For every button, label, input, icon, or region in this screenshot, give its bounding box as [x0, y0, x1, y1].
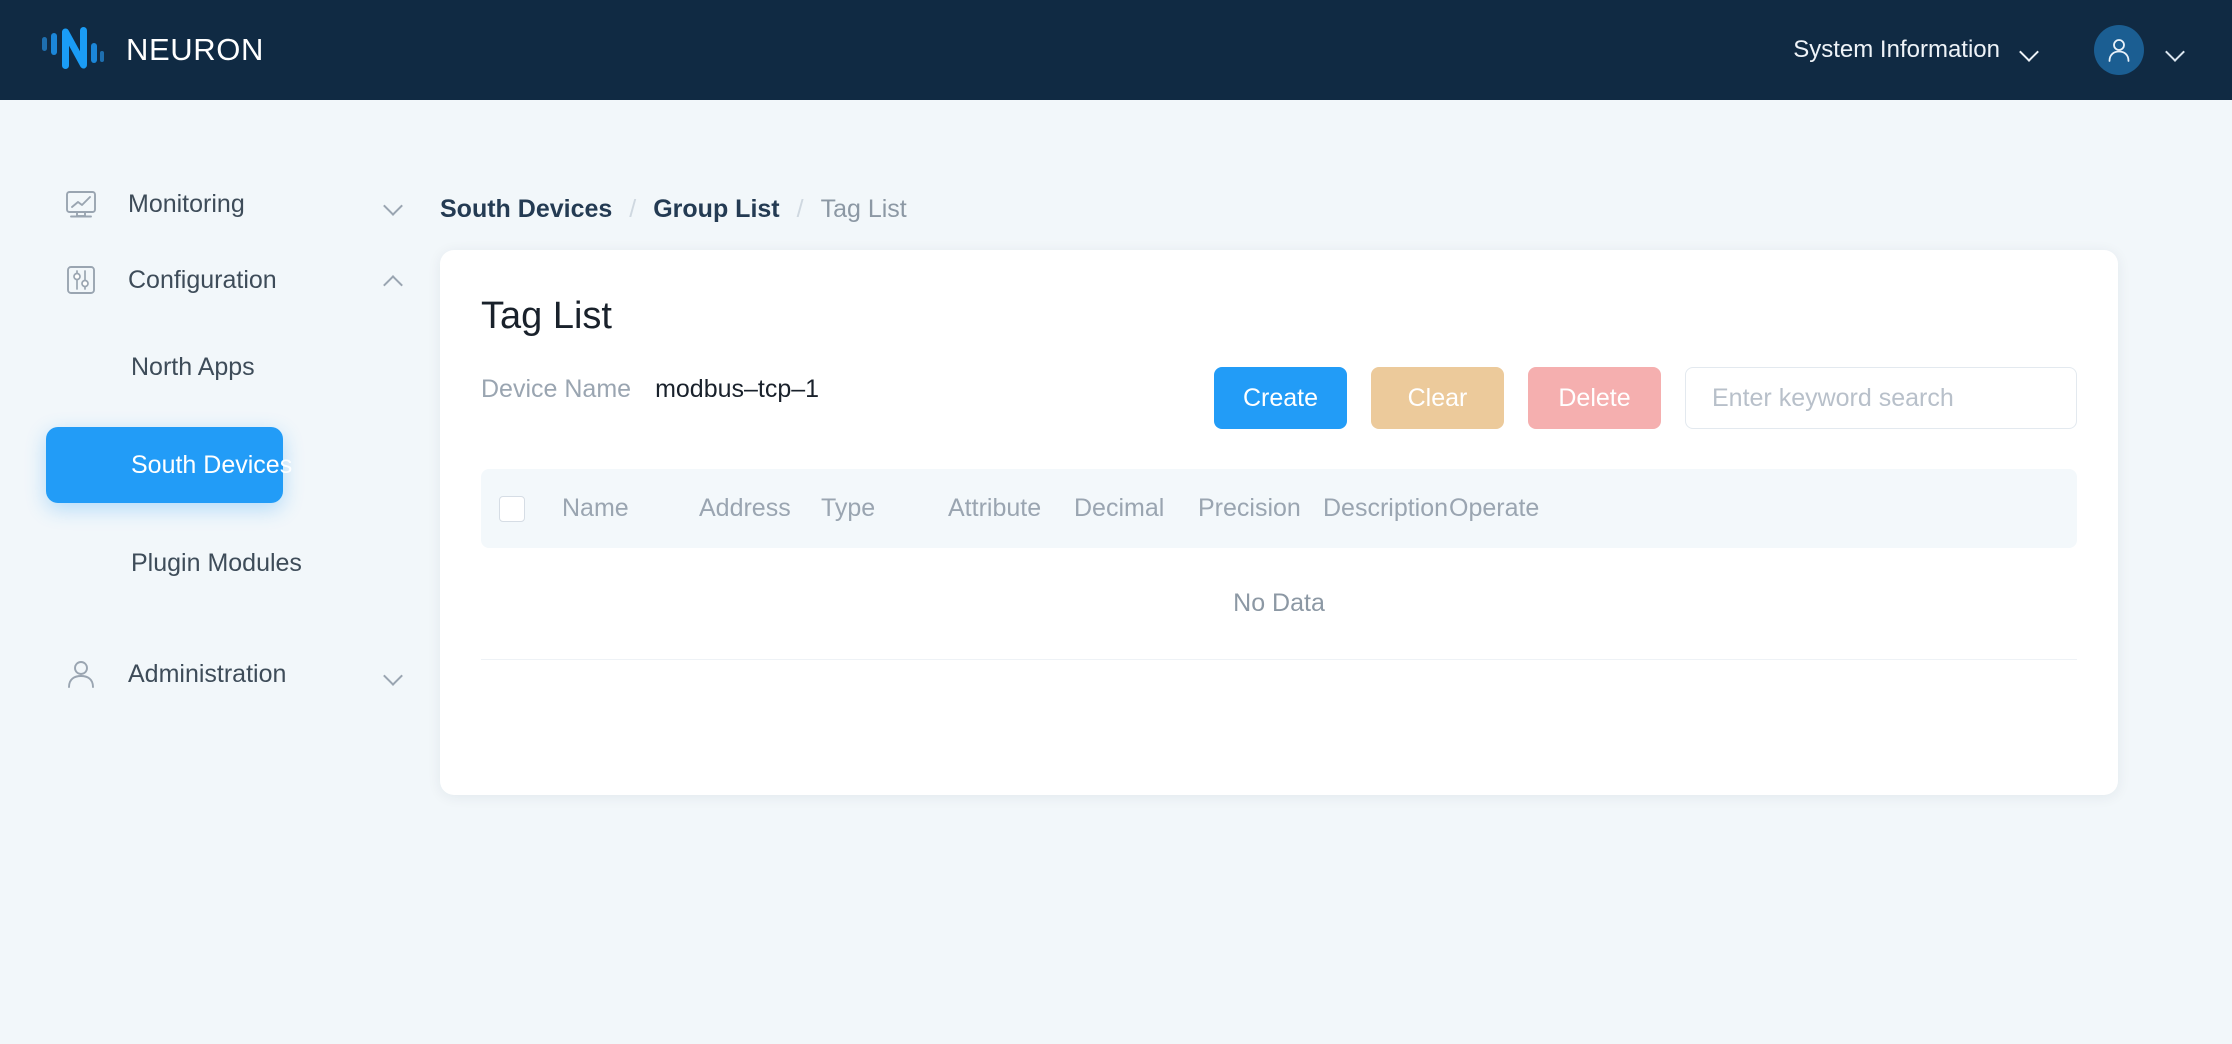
breadcrumb-separator: /	[629, 195, 636, 224]
sidebar-subnav-configuration: North Apps South Devices Plugin Modules	[0, 318, 440, 612]
chevron-down-icon	[2166, 45, 2186, 56]
clear-button[interactable]: Clear	[1371, 367, 1504, 429]
sidebar-item-label: Administration	[128, 660, 286, 689]
select-all-checkbox[interactable]	[499, 496, 525, 522]
create-button[interactable]: Create	[1214, 367, 1347, 429]
avatar[interactable]	[2094, 25, 2144, 75]
sidebar-group-administration: Administration	[0, 636, 440, 712]
sidebar-item-label: South Devices	[131, 451, 292, 480]
sidebar-item-label: Configuration	[128, 266, 277, 295]
user-menu[interactable]	[2094, 25, 2186, 75]
sidebar: Monitoring Configuration North Apps	[0, 100, 440, 1044]
breadcrumb-item-tag-list: Tag List	[821, 195, 907, 224]
brand: NEURON	[0, 27, 264, 73]
sidebar-item-plugin-modules[interactable]: Plugin Modules	[0, 525, 440, 601]
header-right: System Information	[1793, 25, 2232, 75]
column-header-address: Address	[699, 494, 821, 523]
sliders-icon	[62, 261, 100, 299]
sidebar-group-configuration: Configuration North Apps South Devices P…	[0, 242, 440, 612]
breadcrumb-separator: /	[797, 195, 804, 224]
column-header-attribute: Attribute	[948, 494, 1074, 523]
toolbar-actions: Create Clear Delete	[1214, 367, 2077, 429]
table-header-row: Name Address Type Attribute Decimal Prec…	[481, 469, 2077, 548]
page-title: Tag List	[481, 295, 612, 338]
table-empty-state: No Data	[481, 548, 2077, 660]
system-information-label: System Information	[1793, 36, 2000, 64]
breadcrumb-item-group-list[interactable]: Group List	[653, 195, 779, 224]
app-header: NEURON System Information	[0, 0, 2232, 100]
column-header-description: Description	[1323, 494, 1449, 523]
sidebar-item-monitoring[interactable]: Monitoring	[0, 166, 440, 242]
search-input[interactable]	[1685, 367, 2077, 429]
main-content: South Devices / Group List / Tag List Ta…	[440, 100, 2232, 1044]
sidebar-group-monitoring: Monitoring	[0, 166, 440, 242]
column-header-type: Type	[821, 494, 948, 523]
sidebar-item-administration[interactable]: Administration	[0, 636, 440, 712]
chevron-down-icon	[2020, 45, 2040, 56]
breadcrumb: South Devices / Group List / Tag List	[440, 184, 907, 234]
user-icon	[62, 655, 100, 693]
column-header-operate: Operate	[1449, 494, 1569, 523]
neuron-bars-icon	[42, 27, 104, 73]
column-header-decimal: Decimal	[1074, 494, 1198, 523]
sidebar-item-label: Monitoring	[128, 190, 245, 219]
sidebar-item-label: Plugin Modules	[131, 549, 302, 578]
device-name-label: Device Name	[481, 375, 631, 404]
breadcrumb-item-south-devices[interactable]: South Devices	[440, 195, 612, 224]
tag-list-card: Tag List Device Name modbus–tcp–1 Create…	[440, 250, 2118, 795]
sidebar-item-label: North Apps	[131, 353, 255, 382]
column-header-name: Name	[562, 494, 699, 523]
sidebar-item-south-devices[interactable]: South Devices	[46, 427, 283, 503]
delete-button[interactable]: Delete	[1528, 367, 1661, 429]
chevron-down-icon[interactable]	[384, 669, 404, 680]
chevron-up-icon[interactable]	[384, 275, 404, 286]
brand-name: NEURON	[126, 32, 264, 68]
chevron-down-icon[interactable]	[384, 199, 404, 210]
sidebar-item-configuration[interactable]: Configuration	[0, 242, 440, 318]
sidebar-item-north-apps[interactable]: North Apps	[0, 329, 440, 405]
system-information-menu[interactable]: System Information	[1793, 36, 2040, 64]
monitor-chart-icon	[62, 185, 100, 223]
card-toolbar: Device Name modbus–tcp–1 Create Clear De…	[481, 367, 2077, 429]
select-all-checkbox-cell	[499, 496, 562, 522]
device-name-value: modbus–tcp–1	[655, 375, 819, 404]
tag-table: Name Address Type Attribute Decimal Prec…	[481, 469, 2077, 660]
column-header-precision: Precision	[1198, 494, 1323, 523]
device-name-field: Device Name modbus–tcp–1	[481, 375, 819, 404]
